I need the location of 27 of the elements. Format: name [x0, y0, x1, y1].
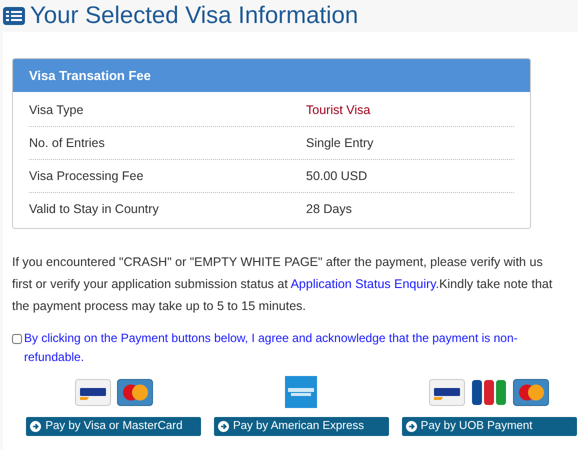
visa-card-icon [429, 378, 466, 406]
visa-card-icon [74, 378, 111, 406]
notice-text: If you encountered "CRASH" or "EMPTY WHITE PAGE" after the payment, please verify with us first or verify your application submission status at Application Status Enquiry.Kindly take note that the payment process may take up to 5 to 15 minutes. [12, 254, 554, 315]
row-label: No. of Entries [29, 134, 106, 152]
agree-checkbox[interactable] [12, 334, 22, 344]
row-label: Visa Type [29, 102, 84, 119]
row-value: Single Entry [306, 134, 374, 152]
row-value: 28 Days [306, 201, 352, 218]
row-value: 50.00 USD [306, 168, 368, 185]
pay-button[interactable]: Pay by American Express [214, 417, 389, 436]
panel-title: Visa Transation Fee [29, 66, 151, 85]
pay-button[interactable]: Pay by UOB Payment [402, 417, 577, 436]
status-enquiry-link[interactable]: Application Status Enquiry. [290, 277, 440, 291]
amex-card-icon [283, 376, 320, 408]
mastercard-card-icon [513, 378, 550, 406]
jcb-card-icon [471, 378, 508, 406]
row-label: Valid to Stay in Country [29, 201, 160, 218]
pay-button[interactable]: Pay by Visa or MasterCard [26, 417, 202, 436]
row-label: Visa Processing Fee [29, 168, 144, 185]
list-icon [2, 6, 26, 26]
arrow-circle-icon [218, 421, 229, 432]
mastercard-card-icon [116, 378, 153, 406]
arrow-circle-icon [30, 421, 42, 432]
row-value: Tourist Visa [306, 102, 370, 119]
agreement-text: By clicking on the Payment buttons below, I agree and acknowledge that the payment is non-refundable. [24, 330, 519, 366]
page-title: Your Selected Visa Information [30, 4, 358, 28]
arrow-circle-icon [406, 421, 417, 432]
